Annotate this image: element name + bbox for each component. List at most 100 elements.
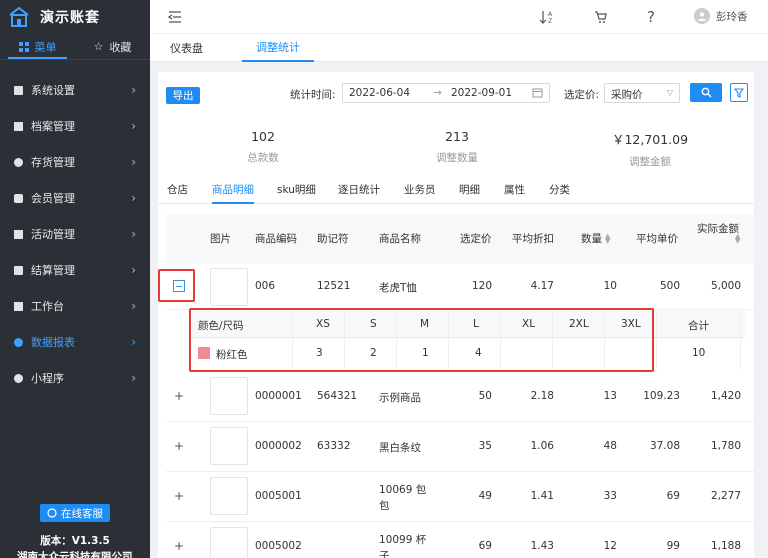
cell-qty: 13 [603, 390, 617, 402]
sidebar-item-members[interactable]: 会员管理 › [0, 180, 150, 216]
online-support-button[interactable]: 在线客服 [40, 504, 110, 522]
user-name: 彭玲香 [716, 10, 748, 23]
expand-row-icon[interactable]: + [174, 389, 184, 403]
filter-button[interactable] [730, 83, 748, 102]
expand-row-icon[interactable]: + [174, 539, 184, 553]
cell-discount: 4.17 [530, 280, 554, 292]
help-icon[interactable]: ? [643, 8, 659, 26]
tab-adjustment-stats-label: 调整统计 [256, 41, 300, 54]
cell-qty: 12 [603, 540, 617, 552]
sidebar-item-label: 活动管理 [31, 228, 75, 241]
cell-unit-price: 37.08 [649, 440, 680, 452]
table-row[interactable]: + 0000002 63332 黑白条纹 35 1.06 48 37.08 1,… [166, 422, 754, 472]
sidebar-item-activities[interactable]: 活动管理 › [0, 216, 150, 252]
col-price[interactable]: 选定价 [460, 231, 492, 246]
tab-menu[interactable]: 菜单 [0, 34, 75, 59]
sidebar-item-system-settings[interactable]: 系统设置 › [0, 72, 150, 108]
cell-name: 10069 包包 [379, 484, 427, 512]
sidebar-item-workbench[interactable]: 工作台 › [0, 288, 150, 324]
cell-amount: 1,188 [710, 540, 741, 552]
sidebar-item-inventory[interactable]: 存货管理 › [0, 144, 150, 180]
chevron-right-icon: › [131, 119, 136, 133]
subtab-store[interactable]: 仓店 [167, 182, 188, 204]
chat-icon [47, 508, 57, 518]
cart-glyph [595, 11, 607, 23]
subtab-daily[interactable]: 逐日统计 [338, 182, 380, 204]
sidebar-item-mini-program[interactable]: 小程序 › [0, 360, 150, 396]
logo: 演示账套 [0, 0, 150, 34]
report-icon [14, 337, 23, 347]
sidebar-tabs: 菜单 ☆ 收藏 [0, 34, 150, 60]
settlement-icon [14, 265, 23, 275]
cell-code: 0000002 [255, 440, 302, 452]
cell-qty: 48 [603, 440, 617, 452]
table-row[interactable]: 006 12521 老虎T恤 120 4.17 10 500 5,000 [166, 264, 754, 310]
cell-amount: 1,420 [710, 390, 741, 402]
main-content: 导出 统计时间: 2022-06-04 → 2022-09-01 选定价: 采购… [158, 72, 754, 558]
page-tabs: 仪表盘 调整统计 [150, 34, 768, 62]
tab-favorites[interactable]: ☆ 收藏 [75, 34, 150, 59]
svg-text:Z: Z [548, 18, 552, 25]
col-name[interactable]: 商品名称 [379, 231, 421, 246]
price-select-value: 采购价 [611, 89, 643, 101]
table-row[interactable]: + 0000001 564321 示例商品 50 2.18 13 109.23 … [166, 372, 754, 422]
cell-name: 示例商品 [379, 392, 421, 404]
size-cell-total: 10 [692, 347, 706, 359]
expand-row-icon[interactable]: + [174, 439, 184, 453]
collapse-menu-icon[interactable] [168, 10, 182, 24]
subtab-attribute[interactable]: 属性 [504, 182, 525, 204]
time-label: 统计时间: [290, 89, 336, 101]
sidebar-item-archive[interactable]: 档案管理 › [0, 108, 150, 144]
online-support-label: 在线客服 [61, 507, 103, 520]
user-icon [698, 12, 706, 21]
col-amount: 实际金额 [697, 223, 739, 235]
table-row[interactable]: + 0005001 10069 包包 49 1.41 33 69 2,277 [166, 472, 754, 522]
svg-text:A: A [548, 11, 553, 18]
col-unit-price[interactable]: 平均单价 [636, 231, 678, 246]
stat-label: 调整金额 [629, 156, 671, 168]
stat-value: ￥12,701.09 [611, 132, 689, 147]
sort-icon[interactable]: ▲ ▼ [605, 233, 610, 245]
subtab-category[interactable]: 分类 [549, 182, 570, 204]
cell-discount: 1.43 [530, 540, 554, 552]
stat-label: 调整数量 [436, 152, 478, 164]
subtab-salesperson[interactable]: 业务员 [404, 182, 436, 204]
stat-value: 102 [251, 129, 275, 144]
cell-price: 35 [478, 440, 492, 452]
activity-icon [14, 229, 23, 239]
col-discount[interactable]: 平均折扣 [512, 231, 554, 246]
subtab-product-detail[interactable]: 商品明细 [212, 182, 254, 204]
col-code[interactable]: 商品编码 [255, 231, 297, 246]
tab-dashboard[interactable]: 仪表盘 [170, 34, 203, 62]
tab-adjustment-stats[interactable]: 调整统计 [242, 34, 314, 62]
expand-row-icon[interactable]: + [174, 489, 184, 503]
subtab-sku-detail[interactable]: sku明细 [277, 182, 316, 204]
sort-icon[interactable]: ▲ ▼ [735, 233, 740, 245]
chevron-right-icon: › [131, 299, 136, 313]
col-mnemonic[interactable]: 助记符 [317, 231, 349, 246]
sort-az-icon[interactable]: AZ [538, 8, 556, 26]
export-button[interactable]: 导出 [166, 87, 200, 104]
app-root: 演示账套 菜单 ☆ 收藏 系统设置 › 档案管理 › 存货管理 › 会员管理 › 活动管… [0, 0, 768, 558]
user-menu[interactable]: 彭玲香 [694, 8, 748, 24]
archive-icon [14, 121, 23, 131]
search-button[interactable] [690, 83, 722, 102]
cart-icon[interactable] [592, 8, 610, 26]
sidebar-item-reports[interactable]: 数据报表 › [0, 324, 150, 360]
col-qty-group[interactable]: 数量 ▲ ▼ [581, 231, 610, 246]
table-row[interactable]: + 0005002 10099 杯子 69 1.43 12 99 1,188 [166, 522, 754, 558]
sort-az-glyph: AZ [539, 11, 553, 25]
export-label: 导出 [172, 90, 194, 102]
cell-price: 49 [478, 490, 492, 502]
chevron-right-icon: › [131, 191, 136, 205]
sidebar-item-label: 存货管理 [31, 156, 75, 169]
sidebar-item-label: 结算管理 [31, 264, 75, 277]
tab-dashboard-label: 仪表盘 [170, 42, 203, 55]
cell-discount: 2.18 [530, 390, 554, 402]
date-range-picker[interactable]: 2022-06-04 → 2022-09-01 [342, 83, 550, 103]
col-image: 图片 [210, 233, 231, 245]
sidebar-item-settlement[interactable]: 结算管理 › [0, 252, 150, 288]
stat-value: 213 [445, 129, 469, 144]
price-select[interactable]: 采购价 ▽ [604, 83, 680, 103]
subtab-detail[interactable]: 明细 [459, 182, 480, 204]
